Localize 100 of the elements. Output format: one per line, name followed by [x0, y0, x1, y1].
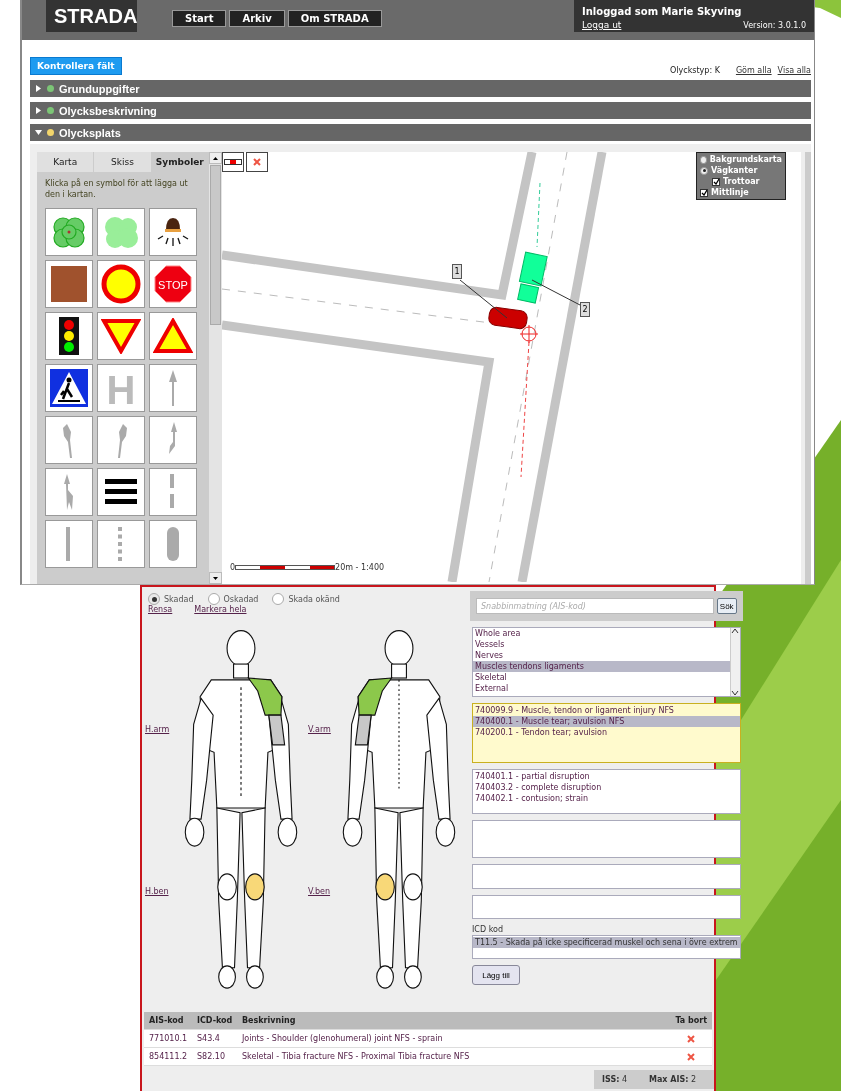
option-label: Skadad: [164, 594, 194, 604]
version-label: Version: 3.0.1.0: [743, 21, 806, 30]
layer-label: Bakgrundskarta: [709, 155, 782, 164]
dotted-line-icon: [118, 526, 124, 561]
hint-text: Klicka på en symbol för att lägga ut den i kartan.: [44, 177, 189, 201]
column-header: Beskrivning: [242, 1016, 297, 1025]
icd-label: ICD kod: [472, 925, 504, 934]
body-part-link[interactable]: H.ben: [145, 887, 169, 896]
total-value: ISS: 4: [602, 1075, 627, 1084]
symbol-tile[interactable]: [45, 415, 93, 464]
rounded-bar-icon: [167, 526, 179, 561]
symbol-tile[interactable]: [149, 519, 197, 568]
nav-button[interactable]: Arkiv: [229, 10, 285, 27]
radio-button[interactable]: [207, 593, 220, 605]
tab[interactable]: Karta: [37, 152, 95, 172]
square-icon: [51, 265, 87, 302]
symbol-tile[interactable]: [149, 311, 197, 360]
symbol-tile[interactable]: [97, 519, 145, 568]
symbol-tile[interactable]: [45, 259, 93, 308]
table-cell-text: Joints - Shoulder (glenohumeral) joint NFS - sprain: [242, 1034, 444, 1043]
list-item[interactable]: 740402.1 - contusion; strain: [473, 793, 740, 804]
checkbox[interactable]: [712, 177, 720, 186]
symbol-tile[interactable]: [97, 311, 145, 360]
symbol-tile[interactable]: [45, 363, 93, 412]
column-header: Ta bort: [675, 1016, 707, 1025]
list-item[interactable]: 740400.1 - Muscle tear; avulsion NFS: [473, 716, 740, 727]
nav-button[interactable]: Start: [172, 10, 227, 27]
list-item[interactable]: 740099.9 - Muscle, tendon or ligament injury NFS: [473, 705, 740, 716]
symbol-tile[interactable]: [149, 207, 197, 256]
leader-line: [459, 279, 508, 319]
scale-label: 0: [230, 563, 236, 572]
list-item[interactable]: Nerves: [473, 650, 730, 661]
list-item[interactable]: Vessels: [473, 639, 730, 650]
body-part-link[interactable]: V.ben: [308, 887, 331, 896]
symbol-tile[interactable]: [97, 207, 145, 256]
truck-icon: [517, 251, 548, 304]
radio-button[interactable]: [700, 166, 708, 175]
layer-label: Trottoar: [723, 177, 760, 186]
close-icon: [687, 1034, 695, 1043]
checkbox[interactable]: [700, 188, 708, 197]
arrow-down-icon[interactable]: [213, 576, 218, 580]
section-header[interactable]: Olycksplats: [30, 124, 811, 141]
search-field[interactable]: Snabbinmatning (AIS-kod): [476, 598, 714, 614]
list-item[interactable]: 740401.1 - partial disruption: [473, 771, 740, 782]
radio-button[interactable]: [148, 593, 160, 605]
barrier-tool-button[interactable]: [222, 152, 244, 172]
radio-button[interactable]: [272, 593, 285, 605]
delete-button[interactable]: [246, 152, 268, 172]
list-item[interactable]: 740200.1 - Tendon tear; avulsion: [473, 727, 740, 738]
symbol-tile[interactable]: [97, 259, 145, 308]
tab[interactable]: Skiss: [94, 152, 152, 172]
layer-label: Mittlinje: [711, 188, 749, 197]
symbol-tile[interactable]: [45, 207, 93, 256]
body-part-link[interactable]: V.arm: [308, 725, 331, 734]
clear-link[interactable]: Rensa: [148, 605, 173, 614]
table-cell-text: 854111.2: [149, 1052, 189, 1061]
arrow-up-icon[interactable]: [213, 156, 218, 160]
logo: STRADA: [46, 0, 137, 32]
section-title: Grunduppgifter: [59, 82, 140, 95]
show-all-link[interactable]: Visa alla: [777, 66, 811, 75]
arrow-down-icon[interactable]: [730, 690, 739, 696]
warning-sign-icon: [153, 317, 193, 354]
symbol-tile[interactable]: [97, 415, 145, 464]
radio-button[interactable]: [700, 155, 707, 164]
yield-sign-icon: [101, 317, 141, 354]
list-item[interactable]: 740403.2 - complete disruption: [473, 782, 740, 793]
hide-all-link[interactable]: Göm alla: [735, 66, 772, 75]
table-cell-text: Skeletal - Tibia fracture NFS - Proximal Tibia fracture NFS: [242, 1052, 471, 1061]
car-icon: [487, 305, 529, 331]
section-header[interactable]: Olycksbeskrivning: [30, 102, 811, 119]
symbol-tile[interactable]: [149, 415, 197, 464]
mark-all-link[interactable]: Markera hela: [194, 605, 247, 614]
logout-link[interactable]: Logga ut: [582, 20, 744, 30]
list-item[interactable]: Muscles tendons ligaments: [473, 661, 730, 672]
table-cell-text: 771010.1: [149, 1034, 189, 1043]
arrow-up-icon[interactable]: [730, 628, 739, 634]
symbol-tile[interactable]: [97, 467, 145, 516]
symbol-tile[interactable]: [149, 467, 197, 516]
symbol-tile[interactable]: [149, 363, 197, 412]
search-button[interactable]: Sök: [716, 598, 737, 614]
symbol-tile[interactable]: [45, 519, 93, 568]
symbol-tile[interactable]: [45, 467, 93, 516]
option-label: Oskadad: [223, 594, 259, 604]
marker-label: 1: [452, 264, 462, 279]
body-part-link[interactable]: H.arm: [145, 725, 170, 734]
close-icon: [687, 1052, 695, 1061]
user-name: Inloggad som Marie Skyving: [582, 5, 743, 17]
close-icon: [253, 158, 261, 166]
list-item[interactable]: Skeletal: [473, 672, 730, 683]
column-header: ICD-kod: [197, 1016, 234, 1025]
section-header[interactable]: Grunduppgifter: [30, 80, 811, 97]
symbol-tile[interactable]: [45, 311, 93, 360]
list-item[interactable]: T11.5 - Skada på icke specificerad muskel och sena i övre extrem: [473, 937, 740, 948]
nav-button[interactable]: Om STRADA: [287, 10, 382, 27]
list-item[interactable]: Whole area: [473, 628, 730, 639]
prohibition-sign-icon: [101, 263, 141, 304]
crosshair-icon: [519, 324, 539, 344]
scrollbar-thumb[interactable]: [210, 165, 221, 325]
list-item[interactable]: External: [473, 683, 730, 694]
add-button[interactable]: Lägg till: [472, 965, 520, 985]
